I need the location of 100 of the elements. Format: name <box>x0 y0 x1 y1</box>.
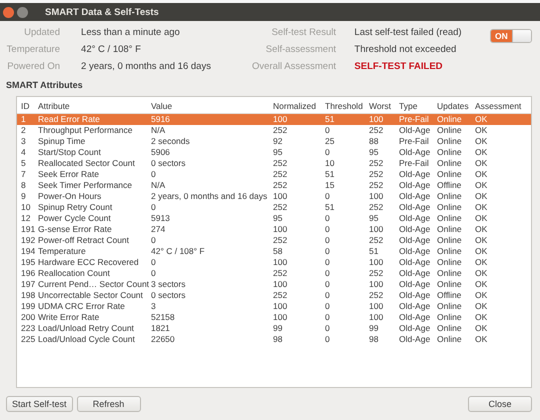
table-row[interactable]: 200 Write Error Rate 52158 100 0 100 Old-Age Online OK <box>17 312 531 323</box>
table-row[interactable]: 2 Throughput Performance N/A 252 0 252 Old-Age Online OK <box>17 125 531 136</box>
table-cell-text: Old-Age <box>398 180 432 191</box>
table-cell-text: 95 <box>368 147 380 158</box>
table-cell-text: 0 <box>324 235 331 246</box>
table-cell-text: 9 <box>20 191 27 202</box>
table-row[interactable]: 191 G-sense Error Rate 274 100 0 100 Old-Age Online OK <box>17 224 531 235</box>
field-label: Self-test Result <box>270 27 336 39</box>
table-cell-text: OK <box>474 191 488 202</box>
table-cell-text: 225 <box>20 334 36 345</box>
table-row[interactable]: 223 Load/Unload Retry Count 1821 99 0 99 Old-Age Online OK <box>17 323 531 334</box>
column-header[interactable]: Normalized <box>271 100 323 112</box>
table-row[interactable]: 195 Hardware ECC Recovered 0 100 0 100 Old-Age Online OK <box>17 257 531 268</box>
table-cell-text: Power Cycle Count <box>37 213 112 224</box>
table-row[interactable]: 10 Spinup Retry Count 0 252 51 252 Old-Age Online OK <box>17 202 531 213</box>
table-cell-text: Reallocated Sector Count <box>37 158 136 169</box>
table-row[interactable]: 3 Spinup Time 2 seconds 92 25 88 Pre-Fail Online OK <box>17 136 531 147</box>
table-cell-text: Load/Unload Retry Count <box>37 323 135 334</box>
table-cell-text: 0 <box>324 334 331 345</box>
table-row[interactable]: 196 Reallocation Count 0 252 0 252 Old-Age Online OK <box>17 268 531 279</box>
table-cell-text: Read Error Rate <box>37 114 101 125</box>
table-cell-text: 100 <box>272 114 288 125</box>
table-cell-text: 42° C / 108° F <box>150 246 206 257</box>
table-cell-text: 99 <box>368 323 380 334</box>
dialog-button[interactable]: Start Self-test <box>6 396 73 412</box>
table-row[interactable]: 8 Seek Timer Performance N/A 252 15 252 Old-Age Offline OK <box>17 180 531 191</box>
column-header[interactable]: Value <box>149 100 271 112</box>
close-button[interactable]: Close <box>468 396 532 412</box>
table-cell-text: Old-Age <box>398 301 432 312</box>
table-cell-text: 252 <box>272 180 288 191</box>
table-cell-text: OK <box>474 301 488 312</box>
table-cell-text: Spinup Retry Count <box>37 202 114 213</box>
table-cell-text: 194 <box>20 246 36 257</box>
table-cell-text: 252 <box>272 290 288 301</box>
table-cell-text: OK <box>474 268 488 279</box>
table-cell-text: Offline <box>436 290 462 301</box>
table-cell-text: 95 <box>272 147 284 158</box>
table-cell-text: 100 <box>368 257 384 268</box>
table-cell-text: 252 <box>272 202 288 213</box>
table-cell-text: Online <box>436 257 463 268</box>
table-cell-text: N/A <box>150 125 166 136</box>
table-cell-text: 0 <box>324 257 331 268</box>
table-cell-text: OK <box>474 169 488 180</box>
field-label: Temperature <box>6 44 60 56</box>
table-cell-text: 100 <box>368 114 384 125</box>
minimize-icon[interactable] <box>17 6 28 18</box>
table-row[interactable]: 12 Power Cycle Count 5913 95 0 95 Old-Age Online OK <box>17 213 531 224</box>
table-cell-text: 15 <box>324 180 336 191</box>
table-cell-text: 51 <box>324 169 336 180</box>
table-cell-text: 58 <box>272 246 284 257</box>
table-row[interactable]: 5 Reallocated Sector Count 0 sectors 252 10 252 Pre-Fail Online OK <box>17 158 531 169</box>
table-cell-text: 100 <box>272 257 288 268</box>
table-row[interactable]: 197 Current Pend… Sector Count 3 sectors 100 0 100 Old-Age Online OK <box>17 279 531 290</box>
table-cell-text: 10 <box>324 158 336 169</box>
table-cell-text: 199 <box>20 301 36 312</box>
window-title: SMART Data & Self-Tests <box>45 6 159 18</box>
table-cell-text: 51 <box>324 202 336 213</box>
table-row[interactable]: 225 Load/Unload Cycle Count 22650 98 0 98 Old-Age Online OK <box>17 334 531 345</box>
table-cell-text: Current Pend… Sector Count <box>37 279 149 290</box>
table-cell-text: OK <box>474 334 488 345</box>
table-row[interactable]: 7 Seek Error Rate 0 252 51 252 Old-Age Online OK <box>17 169 531 180</box>
table-cell-text: 100 <box>368 279 384 290</box>
table-cell-text: Online <box>436 224 463 235</box>
table-cell-text: 98 <box>272 334 284 345</box>
table-cell-text: 195 <box>20 257 36 268</box>
column-header[interactable]: Type <box>397 100 435 112</box>
table-cell-text: OK <box>474 125 488 136</box>
table-cell-text: G-sense Error Rate <box>37 224 113 235</box>
table-row[interactable]: 9 Power-On Hours 2 years, 0 months and 16 days 100 0 100 Old-Age Online OK <box>17 191 531 202</box>
column-header[interactable]: Threshold <box>323 100 367 112</box>
table-cell-text: Old-Age <box>398 224 432 235</box>
table-cell-text: 2 years, 0 months and 16 days <box>150 191 268 202</box>
column-header[interactable]: Attribute <box>36 100 149 112</box>
table-cell-text: 99 <box>272 323 284 334</box>
close-icon[interactable] <box>3 6 14 18</box>
table-cell-text: 252 <box>368 235 384 246</box>
field-label: Self-assessment <box>264 44 336 56</box>
table-cell-text: 0 <box>324 323 331 334</box>
table-row[interactable]: 194 Temperature 42° C / 108° F 58 0 51 Old-Age Online OK <box>17 246 531 257</box>
table-cell-text: OK <box>474 136 488 147</box>
column-header[interactable]: Updates <box>435 100 473 112</box>
table-cell-text: OK <box>474 290 488 301</box>
table-row[interactable]: 198 Uncorrectable Sector Count 0 sectors 252 0 252 Old-Age Offline OK <box>17 290 531 301</box>
table-cell-text: 252 <box>272 169 288 180</box>
column-header[interactable]: Assessment <box>473 100 525 112</box>
table-cell-text: 3 <box>20 136 27 147</box>
column-header[interactable]: Worst <box>367 100 397 112</box>
table-cell-text: 0 <box>150 202 157 213</box>
table-cell-text: Online <box>436 268 463 279</box>
dialog-button[interactable]: Refresh <box>76 396 141 412</box>
table-cell-text: Offline <box>436 180 462 191</box>
table-cell-text: 252 <box>272 235 288 246</box>
table-cell-text: Online <box>436 301 463 312</box>
table-row[interactable]: 199 UDMA CRC Error Rate 3 100 0 100 Old-Age Online OK <box>17 301 531 312</box>
table-cell-text: Spinup Time <box>37 136 86 147</box>
table-row[interactable]: 192 Power-off Retract Count 0 252 0 252 Old-Age Online OK <box>17 235 531 246</box>
column-header[interactable]: ID <box>19 100 36 112</box>
table-row[interactable]: 4 Start/Stop Count 5906 95 0 95 Old-Age Online OK <box>17 147 531 158</box>
table-cell-text: 252 <box>368 158 384 169</box>
table-cell-text: Start/Stop Count <box>37 147 102 158</box>
